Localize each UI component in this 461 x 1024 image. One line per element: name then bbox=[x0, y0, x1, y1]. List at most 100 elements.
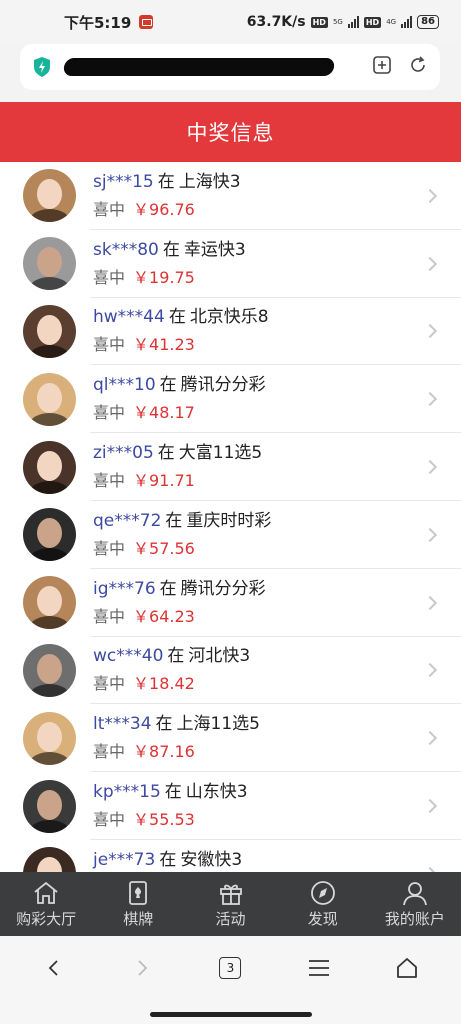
avatar bbox=[23, 576, 76, 630]
nav-item-cards[interactable]: 棋牌 bbox=[92, 872, 184, 936]
bottom-nav: 购彩大厅 棋牌 活动 发现 我的账户 bbox=[0, 872, 461, 936]
page-title: 中奖信息 bbox=[186, 121, 275, 145]
at-label: 在 bbox=[162, 239, 180, 260]
list-item[interactable]: ig***76 在腾讯分分彩 喜中 ￥64.23 bbox=[0, 569, 461, 637]
username: sk***80 bbox=[93, 239, 159, 260]
network-type-4g: 4G bbox=[386, 17, 397, 26]
home-outline-icon bbox=[396, 958, 417, 978]
username: je***73 bbox=[93, 849, 156, 870]
refresh-icon[interactable] bbox=[408, 55, 428, 79]
win-amount: ￥18.42 bbox=[133, 674, 195, 694]
nav-label: 购彩大厅 bbox=[16, 909, 77, 928]
avatar bbox=[23, 779, 76, 833]
at-label: 在 bbox=[157, 171, 175, 192]
list-item[interactable]: hw***44 在北京快乐8 喜中 ￥41.23 bbox=[0, 298, 461, 366]
signal-icon-2 bbox=[401, 16, 413, 28]
avatar bbox=[23, 508, 76, 562]
game-name: 上海快3 bbox=[178, 171, 241, 192]
menu-button[interactable] bbox=[299, 948, 339, 988]
win-amount: ￥19.75 bbox=[133, 267, 195, 287]
battery-icon: 86 bbox=[417, 15, 439, 29]
list-item[interactable]: lt***34 在上海11选5 喜中 ￥87.16 bbox=[0, 704, 461, 772]
status-right: 63.7K/s HD 5G HD 4G 86 bbox=[247, 14, 439, 30]
at-label: 在 bbox=[164, 782, 182, 803]
chevron-left-icon bbox=[48, 960, 58, 976]
list-item[interactable]: wc***40 在河北快3 喜中 ￥18.42 bbox=[0, 637, 461, 705]
gift-icon bbox=[219, 884, 242, 905]
list-item[interactable]: qe***72 在重庆时时彩 喜中 ￥57.56 bbox=[0, 501, 461, 569]
at-label: 在 bbox=[165, 510, 183, 531]
win-label: 喜中 bbox=[93, 403, 126, 423]
nav-item-activity[interactable]: 活动 bbox=[184, 872, 276, 936]
at-label: 在 bbox=[159, 578, 177, 599]
avatar bbox=[23, 372, 76, 426]
list-item[interactable]: sj***15 在上海快3 喜中 ￥96.76 bbox=[0, 162, 461, 230]
at-label: 在 bbox=[155, 714, 173, 735]
win-label: 喜中 bbox=[93, 810, 126, 830]
win-label: 喜中 bbox=[93, 742, 126, 762]
at-label: 在 bbox=[157, 443, 175, 464]
at-label: 在 bbox=[167, 646, 185, 667]
network-speed: 63.7K/s bbox=[246, 14, 306, 30]
redacted-url bbox=[62, 58, 336, 76]
nav-item-discover[interactable]: 发现 bbox=[277, 872, 369, 936]
nav-label: 活动 bbox=[215, 909, 246, 928]
username: kp***15 bbox=[93, 782, 161, 803]
win-amount: ￥96.76 bbox=[133, 199, 195, 219]
win-label: 喜中 bbox=[93, 267, 126, 287]
list-item[interactable]: ql***10 在腾讯分分彩 喜中 ￥48.17 bbox=[0, 365, 461, 433]
back-button[interactable] bbox=[34, 948, 74, 988]
home-icon bbox=[34, 881, 58, 904]
nav-item-account[interactable]: 我的账户 bbox=[369, 872, 461, 936]
bookmark-add-icon[interactable] bbox=[372, 55, 392, 79]
win-amount: ￥41.23 bbox=[133, 335, 195, 355]
win-amount: ￥48.17 bbox=[133, 403, 195, 423]
winners-list: sj***15 在上海快3 喜中 ￥96.76 sk***80 在幸运快3 喜中 ￥19… bbox=[0, 162, 461, 872]
home-button[interactable] bbox=[387, 948, 427, 988]
win-label: 喜中 bbox=[93, 538, 126, 558]
shield-icon bbox=[32, 56, 52, 78]
game-name: 河北快3 bbox=[188, 646, 251, 667]
tabs-button[interactable]: 3 bbox=[210, 948, 250, 988]
nav-item-lobby[interactable]: 购彩大厅 bbox=[0, 872, 92, 936]
at-label: 在 bbox=[168, 307, 186, 328]
win-label: 喜中 bbox=[93, 606, 126, 626]
win-amount: ￥57.56 bbox=[133, 538, 195, 558]
game-name: 北京快乐8 bbox=[189, 307, 269, 328]
username: ig***76 bbox=[93, 578, 156, 599]
game-name: 安徽快3 bbox=[180, 849, 243, 870]
hd-badge-2: HD bbox=[363, 16, 382, 28]
list-item[interactable]: kp***15 在山东快3 喜中 ￥55.53 bbox=[0, 772, 461, 840]
avatar bbox=[23, 643, 76, 697]
win-label: 喜中 bbox=[93, 471, 126, 491]
win-label: 喜中 bbox=[93, 335, 126, 355]
forward-button[interactable] bbox=[122, 948, 162, 988]
user-icon bbox=[403, 881, 427, 905]
username: wc***40 bbox=[93, 646, 164, 667]
username: ql***10 bbox=[93, 375, 156, 396]
game-name: 腾讯分分彩 bbox=[180, 375, 266, 396]
list-item[interactable]: je***73 在安徽快3 bbox=[0, 840, 461, 872]
list-item[interactable]: sk***80 在幸运快3 喜中 ￥19.75 bbox=[0, 230, 461, 298]
win-amount: ￥87.16 bbox=[133, 742, 195, 762]
username: hw***44 bbox=[93, 307, 165, 328]
win-amount: ￥64.23 bbox=[133, 606, 195, 626]
win-label: 喜中 bbox=[93, 674, 126, 694]
game-name: 上海11选5 bbox=[176, 714, 260, 735]
status-time: 下午5:19 bbox=[64, 13, 132, 32]
win-label: 喜中 bbox=[93, 199, 126, 219]
home-indicator[interactable] bbox=[150, 1012, 312, 1017]
browser-toolbar: 3 bbox=[0, 936, 461, 1000]
menu-icon bbox=[308, 960, 329, 976]
avatar bbox=[23, 169, 76, 223]
avatar bbox=[23, 237, 76, 291]
list-item[interactable]: zi***05 在大富11选5 喜中 ￥91.71 bbox=[0, 433, 461, 501]
game-name: 山东快3 bbox=[185, 782, 248, 803]
username: qe***72 bbox=[93, 510, 162, 531]
win-amount: ￥55.53 bbox=[133, 810, 195, 830]
address-bar[interactable] bbox=[20, 44, 440, 90]
avatar bbox=[23, 440, 76, 494]
win-amount: ￥91.71 bbox=[133, 471, 195, 491]
username: zi***05 bbox=[93, 443, 154, 464]
avatar bbox=[23, 711, 76, 765]
